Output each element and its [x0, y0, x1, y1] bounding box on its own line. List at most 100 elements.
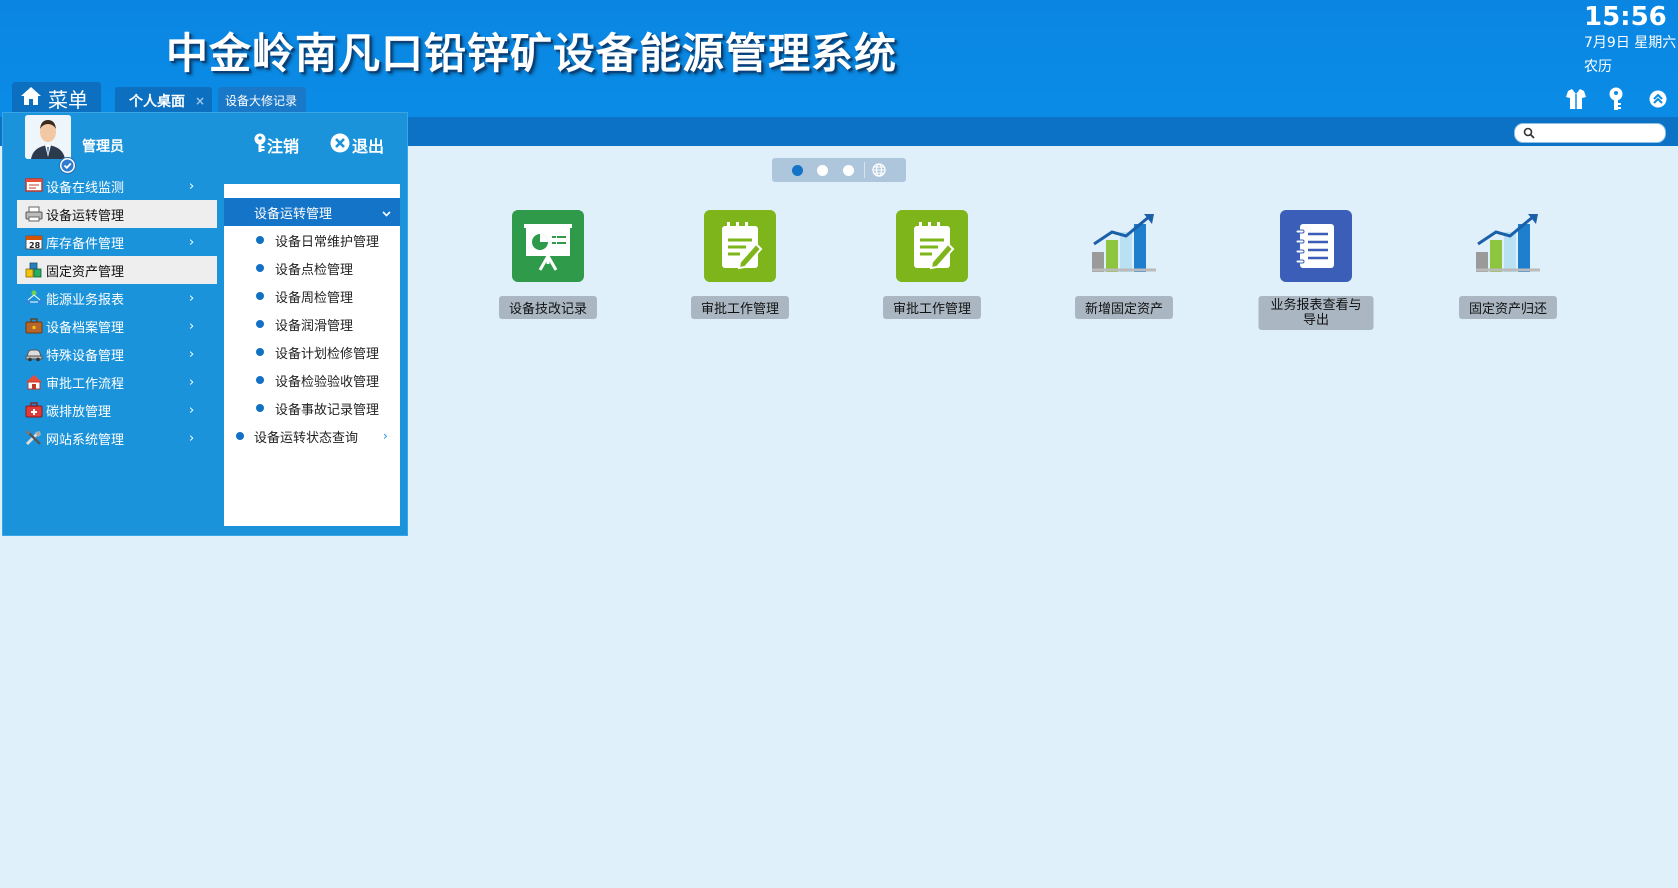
submenu-item-label: 设备点检管理 — [275, 262, 354, 278]
svg-text:28: 28 — [29, 241, 41, 250]
home-icon — [20, 85, 42, 112]
collapse-up-icon[interactable] — [1646, 87, 1670, 111]
tab-equipment-overhaul[interactable]: 设备大修记录 — [218, 87, 306, 114]
bullet-icon — [256, 404, 264, 412]
search-input[interactable] — [1539, 125, 1663, 141]
submenu-panel: 设备运转管理 设备日常维护管理 设备点检管理 设备周检管理 设备润滑管理 设备计… — [224, 184, 400, 526]
bullet-icon — [236, 432, 244, 440]
menu-item-label: 库存备件管理 — [46, 236, 125, 252]
presentation-icon — [512, 210, 584, 282]
house-icon — [25, 374, 43, 390]
menu-item-label: 网站系统管理 — [46, 432, 125, 448]
app-label: 固定资产归还 — [1458, 296, 1558, 319]
close-circle-icon — [330, 133, 350, 157]
menu-item-energy-reports[interactable]: 能源业务报表 › — [17, 284, 217, 312]
submenu-header[interactable]: 设备运转管理 — [224, 198, 400, 226]
chevron-right-icon: › — [189, 346, 195, 362]
bar-chart-icon — [1088, 210, 1160, 282]
exit-label: 退出 — [352, 137, 385, 156]
menu-item-equipment-operation[interactable]: 设备运转管理 — [17, 200, 217, 228]
menu-item-equipment-archives[interactable]: 设备档案管理 › — [17, 312, 217, 340]
printer-icon — [25, 206, 43, 222]
submenu-item-planned-overhaul[interactable]: 设备计划检修管理 — [224, 338, 400, 366]
page-dot-active[interactable] — [792, 165, 803, 176]
tab-label: 个人桌面 — [129, 93, 185, 110]
monitor-icon — [25, 178, 43, 194]
menu-item-special-equipment[interactable]: 特殊设备管理 › — [17, 340, 217, 368]
menu-item-spare-parts[interactable]: 28 库存备件管理 › — [17, 228, 217, 256]
menu-item-fixed-assets[interactable]: 固定资产管理 — [17, 256, 217, 284]
page-dot[interactable] — [843, 165, 854, 176]
menu-item-label: 特殊设备管理 — [46, 348, 125, 364]
submenu-item-weekly-inspection[interactable]: 设备周检管理 — [224, 282, 400, 310]
menu-item-online-monitoring[interactable]: 设备在线监测 › — [17, 172, 217, 200]
app-label: 审批工作管理 — [882, 296, 982, 319]
avatar[interactable] — [25, 115, 71, 159]
search-box[interactable] — [1514, 123, 1666, 143]
globe-icon[interactable] — [872, 163, 886, 181]
top-header: 中金岭南凡口铅锌矿设备能源管理系统 15:56 7月9日 星期六 农历 菜单 个… — [0, 0, 1678, 118]
briefcase-icon — [25, 318, 43, 334]
bullet-icon — [256, 320, 264, 328]
submenu-item-accident-records[interactable]: 设备事故记录管理 — [224, 394, 400, 422]
menu-item-label: 能源业务报表 — [46, 292, 125, 308]
submenu-item-operation-status-query[interactable]: 设备运转状态查询 › — [224, 422, 400, 450]
submenu-item-label: 设备日常维护管理 — [275, 234, 380, 250]
exit-button[interactable]: 退出 — [330, 133, 384, 157]
logout-label: 注销 — [267, 137, 300, 156]
chevron-right-icon: › — [189, 290, 195, 306]
menu-item-label: 设备在线监测 — [46, 180, 125, 196]
app-label: 审批工作管理 — [690, 296, 790, 319]
menu-item-label: 碳排放管理 — [46, 404, 112, 420]
chevron-right-icon: › — [189, 430, 195, 446]
app-label: 新增固定资产 — [1074, 296, 1174, 319]
menu-item-site-system[interactable]: 网站系统管理 › — [17, 424, 217, 452]
tab-personal-desktop[interactable]: 个人桌面 × — [115, 87, 212, 114]
chevron-right-icon: › — [189, 402, 195, 418]
tools-icon — [25, 430, 43, 446]
shirt-icon[interactable] — [1564, 87, 1588, 111]
app-title: 中金岭南凡口铅锌矿设备能源管理系统 — [166, 29, 898, 78]
desktop-pager — [772, 158, 906, 182]
key-icon[interactable] — [1604, 87, 1628, 111]
page-dot[interactable] — [817, 165, 828, 176]
menu-item-label: 审批工作流程 — [46, 376, 125, 392]
submenu-item-label: 设备周检管理 — [275, 290, 354, 306]
tab-close-icon[interactable]: × — [195, 94, 205, 108]
submenu-item-lubrication[interactable]: 设备润滑管理 — [224, 310, 400, 338]
network-icon — [25, 290, 43, 306]
menu-item-approval-workflow[interactable]: 审批工作流程 › — [17, 368, 217, 396]
user-name: 管理员 — [82, 139, 124, 155]
start-menu-panel: 管理员 注销 退出 设备在线监测 › 设备运转管理 28 库存备件管理 › 固定… — [2, 112, 408, 536]
search-icon — [1523, 127, 1535, 139]
submenu-item-spot-inspection[interactable]: 设备点检管理 — [224, 254, 400, 282]
tab-label: 设备大修记录 — [225, 94, 298, 108]
submenu-item-label: 设备检验验收管理 — [275, 374, 380, 390]
bullet-icon — [256, 376, 264, 384]
menu-item-label: 固定资产管理 — [46, 264, 125, 280]
submenu-item-label: 设备运转状态查询 — [254, 430, 359, 446]
submenu-item-label: 设备计划检修管理 — [275, 346, 380, 362]
submenu-item-daily-maintenance[interactable]: 设备日常维护管理 — [224, 226, 400, 254]
blocks-icon — [25, 262, 43, 278]
menu-item-carbon-emission[interactable]: 碳排放管理 › — [17, 396, 217, 424]
menu-button[interactable]: 菜单 — [12, 82, 101, 114]
app-label: 设备技改记录 — [498, 296, 598, 319]
logout-button[interactable]: 注销 — [253, 133, 299, 157]
chevron-right-icon: › — [383, 429, 388, 443]
submenu-item-inspection-acceptance[interactable]: 设备检验验收管理 — [224, 366, 400, 394]
menu-item-label: 设备运转管理 — [46, 208, 125, 224]
bullet-icon — [256, 292, 264, 300]
submenu-item-label: 设备润滑管理 — [275, 318, 354, 334]
key-icon — [253, 133, 267, 157]
menu-item-label: 设备档案管理 — [46, 320, 125, 336]
submenu-item-label: 设备事故记录管理 — [275, 402, 380, 418]
chevron-down-icon — [382, 207, 391, 222]
clock-time: 15:56 — [1584, 2, 1667, 32]
bullet-icon — [256, 348, 264, 356]
lunar-date: 农历 — [1584, 59, 1612, 75]
bullet-icon — [256, 264, 264, 272]
car-icon — [25, 346, 43, 362]
bar-chart-icon — [1472, 210, 1544, 282]
app-label: 业务报表查看与导出 — [1258, 296, 1374, 330]
